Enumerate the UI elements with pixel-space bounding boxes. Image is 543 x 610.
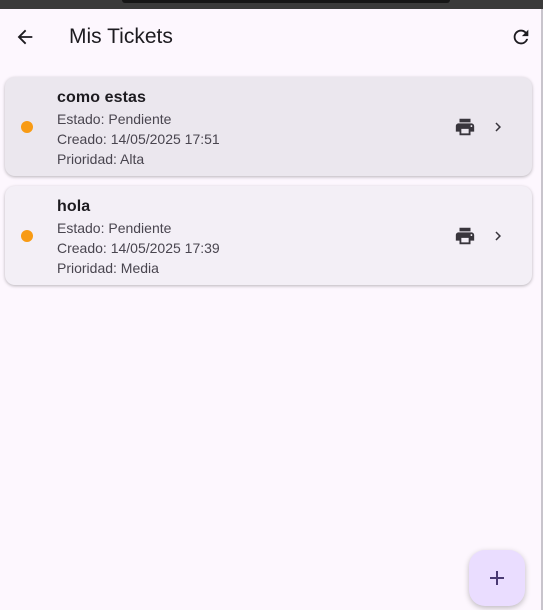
- print-button[interactable]: [453, 115, 477, 139]
- ticket-priority: Prioridad: Alta: [57, 151, 145, 167]
- ticket-created: Creado: 14/05/2025 17:51: [57, 131, 220, 147]
- ticket-title: hola: [57, 198, 91, 215]
- print-icon: [455, 118, 475, 136]
- refresh-button[interactable]: [508, 24, 534, 50]
- chevron-right-icon: [488, 117, 508, 137]
- add-icon: [490, 571, 504, 585]
- status-dot: [21, 230, 33, 242]
- app-bar: Mis Tickets: [0, 9, 541, 65]
- ticket-card[interactable]: como estas Estado: Pendiente Creado: 14/…: [5, 77, 532, 176]
- status-dot: [21, 121, 33, 133]
- print-button[interactable]: [453, 224, 477, 248]
- ticket-created: Creado: 14/05/2025 17:39: [57, 240, 220, 256]
- ticket-card[interactable]: hola Estado: Pendiente Creado: 14/05/202…: [5, 186, 532, 285]
- ticket-priority: Prioridad: Media: [57, 260, 159, 276]
- back-button[interactable]: [11, 23, 39, 51]
- status-strip: [0, 0, 543, 9]
- add-ticket-button[interactable]: [469, 550, 525, 606]
- ticket-title: como estas: [57, 89, 147, 106]
- page-title: Mis Tickets: [69, 25, 173, 48]
- print-icon: [455, 227, 475, 245]
- screen: Mis Tickets como estas Estado: Pendiente…: [0, 0, 543, 610]
- ticket-status: Estado: Pendiente: [57, 220, 172, 236]
- ticket-status: Estado: Pendiente: [57, 111, 172, 127]
- device-notch: [122, 0, 450, 3]
- chevron-right-icon: [488, 226, 508, 246]
- refresh-icon: [513, 29, 529, 45]
- arrow-back-icon: [17, 29, 33, 45]
